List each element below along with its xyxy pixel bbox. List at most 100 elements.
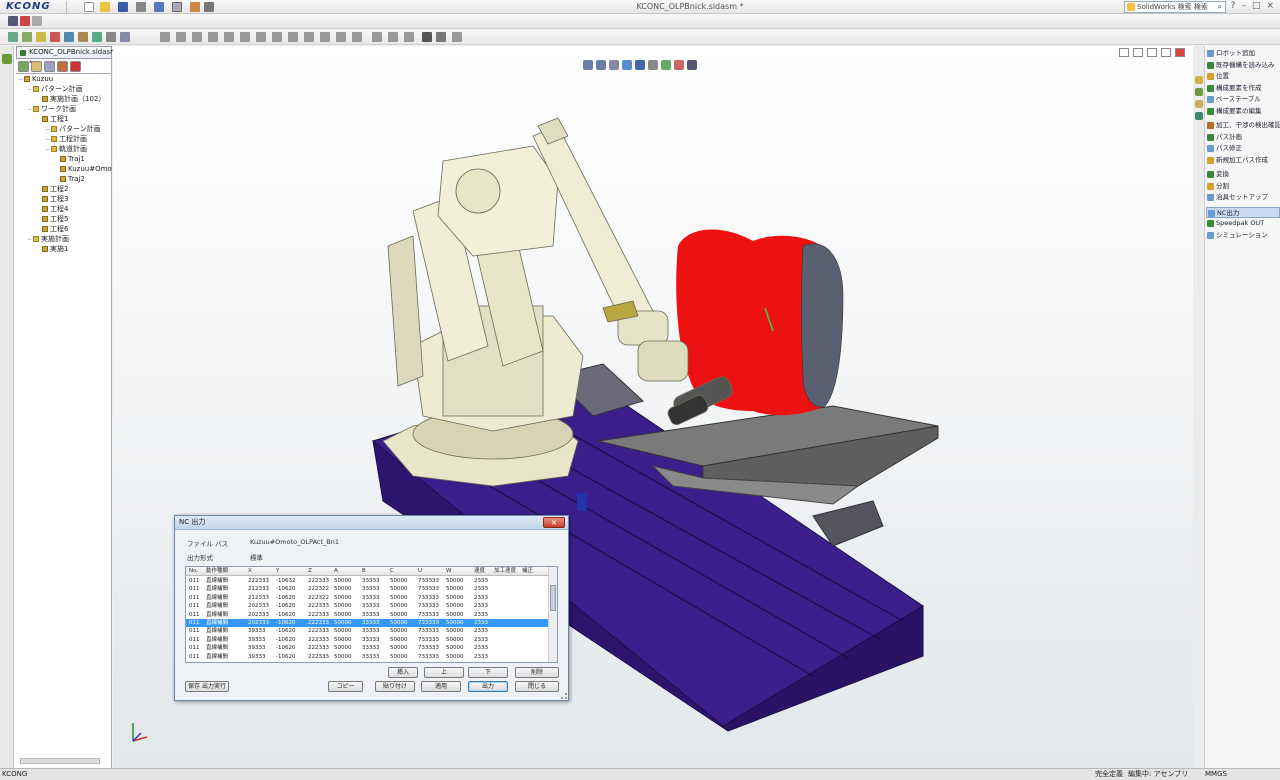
expand-toggle-icon[interactable]: −	[45, 135, 50, 144]
options-icon[interactable]	[204, 2, 214, 12]
column-header[interactable]: Z	[308, 567, 312, 576]
save-run-button[interactable]: 保存 出力実行	[185, 681, 229, 692]
toolbar-icon[interactable]	[224, 32, 234, 42]
dialog-close-button[interactable]: ×	[543, 517, 565, 528]
delete-button[interactable]: 削除	[515, 667, 559, 678]
expand-toggle-icon[interactable]: −	[27, 105, 32, 114]
toolbar-icon[interactable]	[272, 32, 282, 42]
nc-point-table[interactable]: No. 動作種類 X Y Z A B C U W 速度 加工速度 補正 011 直線補間 222333 -10…	[185, 566, 558, 663]
column-header[interactable]: 加工速度	[494, 567, 516, 576]
expand-toggle-icon[interactable]: −	[27, 235, 32, 244]
tree-item[interactable]: − ワーク計画	[16, 104, 112, 114]
tree-item[interactable]: 工程3	[16, 194, 112, 204]
expand-toggle-icon[interactable]: −	[27, 85, 32, 94]
toolbar-icon[interactable]	[192, 32, 202, 42]
rebuild-icon[interactable]	[190, 2, 200, 12]
column-header[interactable]: A	[334, 567, 338, 576]
task-pane-item[interactable]: 加工、干渉の検出確認	[1206, 120, 1280, 132]
resize-grip[interactable]	[561, 693, 567, 699]
toolbar-icon[interactable]	[208, 32, 218, 42]
table-row[interactable]: 011 直線補間 202333 -10620 222333 50000 33333 50000…	[186, 611, 548, 619]
open-folder-icon[interactable]	[100, 2, 110, 12]
toolbar-icon[interactable]	[78, 32, 88, 42]
table-vertical-scrollbar[interactable]	[548, 567, 557, 662]
task-pane-item[interactable]: ロボット追加	[1206, 48, 1280, 60]
tree-item[interactable]: − 軌道計画	[16, 144, 112, 154]
help-icon[interactable]	[452, 32, 462, 42]
config-tab[interactable]	[44, 61, 55, 72]
toolbar-icon[interactable]	[120, 32, 130, 42]
toolbar-icon[interactable]	[256, 32, 266, 42]
move-up-button[interactable]: 上	[424, 667, 464, 678]
column-header[interactable]: No.	[189, 567, 198, 576]
close-button[interactable]: ×	[1266, 1, 1274, 11]
toolbar-icon[interactable]	[336, 32, 346, 42]
table-row[interactable]: 011 直線補間 39333 -10620 222333 50000 33333 50000 7…	[186, 653, 548, 661]
toolbar-icon[interactable]	[436, 32, 446, 42]
table-row[interactable]: 011 直線補間 39333 -10620 222333 50000 33333 50000 7…	[186, 636, 548, 644]
expand-toggle-icon[interactable]: −	[18, 75, 23, 84]
column-header[interactable]: 動作種類	[206, 567, 228, 576]
tree-item[interactable]: Kuzuu#Omoto_	[16, 164, 112, 174]
task-pane-item[interactable]: 治具セットアップ	[1206, 192, 1280, 204]
help-button[interactable]: ?	[1231, 1, 1236, 11]
search-icon[interactable]: ⌕	[1218, 2, 1222, 12]
column-header[interactable]: X	[248, 567, 252, 576]
table-row[interactable]: 011 直線補間 212333 -10620 222322 50000 33333 50000…	[186, 585, 548, 593]
maximize-button[interactable]: □	[1252, 1, 1261, 11]
insert-button[interactable]: 挿入	[388, 667, 418, 678]
select-icon[interactable]	[172, 2, 182, 12]
toolbar-icon[interactable]	[20, 16, 30, 26]
task-pane-item[interactable]: 構成要素を作成	[1206, 83, 1280, 95]
paste-button[interactable]: 貼り付け	[375, 681, 415, 692]
tree-item[interactable]: 工程5	[16, 214, 112, 224]
new-document-icon[interactable]	[84, 2, 94, 12]
resources-tab-icon[interactable]	[1195, 76, 1203, 84]
feature-tree-tab[interactable]	[18, 61, 29, 72]
column-header[interactable]: U	[418, 567, 422, 576]
toolbar-icon[interactable]	[8, 32, 18, 42]
toolbar-icon[interactable]	[288, 32, 298, 42]
expand-toggle-icon[interactable]: −	[45, 145, 50, 154]
appearances-icon[interactable]	[1195, 112, 1203, 120]
task-pane-item[interactable]: 変換	[1206, 169, 1280, 181]
design-library-icon[interactable]	[1195, 88, 1203, 96]
scroll-thumb[interactable]	[550, 585, 556, 611]
toolbar-icon[interactable]	[50, 32, 60, 42]
task-pane-item[interactable]: 位置	[1206, 71, 1280, 83]
toolbar-icon[interactable]	[240, 32, 250, 42]
table-row[interactable]: 011 直線補間 222333 -10632 222333 50000 33333 50000…	[186, 577, 548, 585]
tree-item[interactable]: Traj2	[16, 174, 112, 184]
toolbar-icon[interactable]	[160, 32, 170, 42]
expand-toggle-icon[interactable]: −	[45, 125, 50, 134]
cam-tab[interactable]	[70, 61, 81, 72]
toolbar-icon[interactable]	[36, 32, 46, 42]
print-icon[interactable]	[136, 2, 146, 12]
task-pane-item[interactable]: パス計画	[1206, 132, 1280, 144]
task-pane-item[interactable]: 構成要素の編集	[1206, 106, 1280, 118]
status-units[interactable]: MMGS	[1205, 769, 1227, 780]
panel-toggle-icon[interactable]	[2, 54, 12, 64]
toolbar-icon[interactable]	[352, 32, 362, 42]
table-row[interactable]: 011 直線補間 39333 -10620 222333 50000 33333 50000 7…	[186, 627, 548, 635]
table-row[interactable]: 011 直線補間 202333 -10620 222333 50000 33333 50000…	[186, 602, 548, 610]
toolbar-icon[interactable]	[304, 32, 314, 42]
column-header[interactable]: Y	[276, 567, 279, 576]
tree-item[interactable]: − パターン計画	[16, 84, 112, 94]
file-path-value[interactable]: Kuzuu#Omoto_OLPAct_Bn1	[250, 538, 339, 548]
column-header[interactable]: W	[446, 567, 451, 576]
column-header[interactable]: B	[362, 567, 366, 576]
task-pane-item[interactable]: NC出力	[1206, 206, 1280, 218]
document-tab[interactable]: KCONC_OLPBnick.sldasm *	[16, 46, 117, 67]
tree-item[interactable]: − 工程計画	[16, 134, 112, 144]
toolbar-icon[interactable]	[320, 32, 330, 42]
toolbar-icon[interactable]	[106, 32, 116, 42]
task-pane-item[interactable]: 新規加工パス作成	[1206, 155, 1280, 167]
horizontal-scrollbar[interactable]	[20, 758, 100, 764]
property-tab[interactable]	[31, 61, 42, 72]
column-header[interactable]: 速度	[474, 567, 485, 576]
task-pane-item[interactable]: シミュレーション	[1206, 230, 1280, 242]
toolbar-icon[interactable]	[8, 16, 18, 26]
minimize-button[interactable]: –	[1241, 1, 1246, 11]
table-row[interactable]: 011 直線補間 39333 -10620 222333 50000 33333 50000 7…	[186, 644, 548, 652]
